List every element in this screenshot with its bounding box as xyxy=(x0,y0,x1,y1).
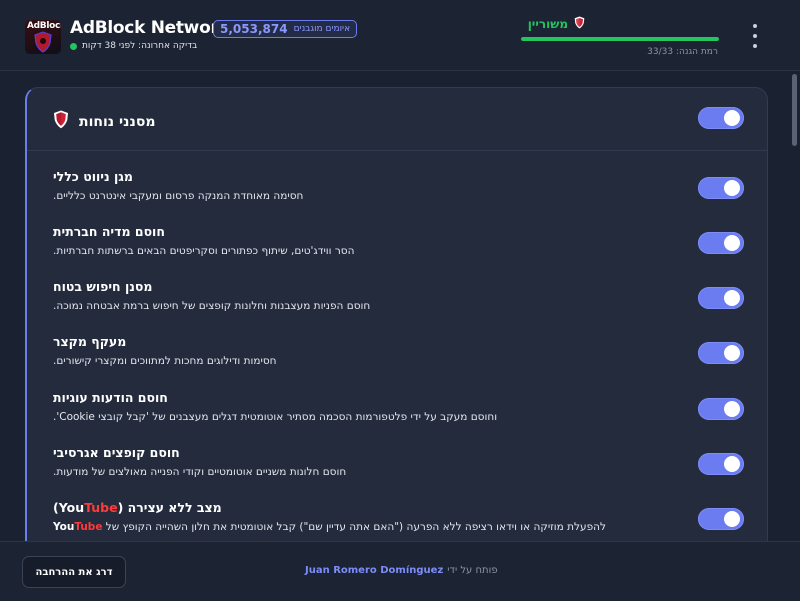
filter-item-navigation-shield: מגן ניווט כללי חסימה מאוחדת המנקה פרסום … xyxy=(27,169,767,223)
filter-description: חסימה מאוחדת המנקה פרסום ומעקבי אינטרנט … xyxy=(53,190,304,202)
kebab-menu-icon[interactable] xyxy=(745,24,765,48)
shield-icon xyxy=(53,110,69,133)
youtube-label: (YouTube) xyxy=(53,500,124,515)
filter-toggle[interactable] xyxy=(698,342,744,364)
shield-icon xyxy=(574,14,585,33)
credit-prefix: פותח על ידי xyxy=(447,565,498,576)
filter-toggle[interactable] xyxy=(698,508,744,530)
status-text: משוריין xyxy=(527,16,568,31)
filter-item-aggressive-popups: חוסם קופצים אגרסיבי חוסם חלונות משניים א… xyxy=(27,445,767,499)
filter-title: מצב ללא עצירה (YouTube) xyxy=(53,500,222,515)
filter-description: חסימות ודילוגים מחכות למתווכים ומקצרי קי… xyxy=(53,355,277,367)
youtube-label: YouTube xyxy=(53,521,103,533)
app-footer: דרג את ההרחבה Juan Romero Domínguez פותח… xyxy=(0,541,800,601)
filter-item-cookie-notices: חוסם הודעות עוגיות וחוסם מעקב על ידי פלט… xyxy=(27,390,767,444)
filter-toggle[interactable] xyxy=(698,453,744,475)
filter-title-text: מצב ללא עצירה xyxy=(127,500,222,515)
logo-text: AdBlock xyxy=(27,21,61,31)
threat-count: 5,053,874 xyxy=(220,22,288,36)
filter-title: חוסם קופצים אגרסיבי xyxy=(53,445,180,460)
threat-label: איומים מוגבנים xyxy=(293,24,351,34)
filter-toggle[interactable] xyxy=(698,232,744,254)
developer-credit: Juan Romero Domínguez פותח על ידי xyxy=(305,565,498,576)
master-toggle[interactable] xyxy=(698,107,744,129)
filter-description: להפעלת מוזיקה או וידאו רציפה ללא הפרעה (… xyxy=(53,521,606,533)
filter-description: חוסם חלונות משניים אוטומטיים וקודי הפניי… xyxy=(53,466,347,478)
filter-description: הסר ווידג'טים, שיתוף כפתורים וסקריפטים ה… xyxy=(53,245,355,257)
card-header: מסנני נוחות xyxy=(27,88,767,151)
filter-title: מעקף מקצר xyxy=(53,334,127,349)
filter-item-nonstop-youtube: מצב ללא עצירה (YouTube) להפעלת מוזיקה או… xyxy=(27,500,767,541)
app-title: AdBlock Network xyxy=(70,18,230,38)
filter-item-shortener-bypass: מעקף מקצר חסימות ודילוגים מחכות למתווכים… xyxy=(27,334,767,388)
app-header: AdBlock AdBlock Network 5,053,874 איומים… xyxy=(0,0,800,71)
main-content: מסנני נוחות מגן ניווט כללי חסימה מאוחדת … xyxy=(0,71,800,541)
scrollbar[interactable] xyxy=(792,74,797,146)
filter-title: חוסם הודעות עוגיות xyxy=(53,390,168,405)
threats-blocked-badge: 5,053,874 איומים מוגבנים xyxy=(213,20,358,38)
filter-title: מסנן חיפוש בטוח xyxy=(53,279,153,294)
protection-progress-fill xyxy=(521,37,719,41)
last-check-status: בדיקה אחרונה: לפני 38 דקות xyxy=(70,41,197,51)
protection-status: משוריין רמת הגנה: 33/33 xyxy=(520,12,720,62)
filter-toggle[interactable] xyxy=(698,287,744,309)
filter-item-social-media: חוסם מדיה חברתית הסר ווידג'טים, שיתוף כפ… xyxy=(27,224,767,278)
protection-progress-bar xyxy=(521,37,719,41)
rate-extension-button[interactable]: דרג את ההרחבה xyxy=(22,556,126,588)
last-check-text: בדיקה אחרונה: לפני 38 דקות xyxy=(82,41,198,51)
filter-item-safe-search: מסנן חיפוש בטוח חוסם הפניות מעצבנות וחלו… xyxy=(27,279,767,333)
filter-toggle[interactable] xyxy=(698,177,744,199)
author-link[interactable]: Juan Romero Domínguez xyxy=(305,565,443,576)
filter-description: וחוסם מעקב על ידי פלטפורמות הסכמה מסתיר … xyxy=(53,411,498,423)
filter-description: חוסם הפניות מעצבנות וחלונות קופצים של חי… xyxy=(53,300,371,312)
filter-title: חוסם מדיה חברתית xyxy=(53,224,165,239)
filter-title: מגן ניווט כללי xyxy=(53,169,133,184)
status-dot-icon xyxy=(70,42,77,50)
convenience-filters-card: מסנני נוחות מגן ניווט כללי חסימה מאוחדת … xyxy=(25,87,768,541)
card-title: מסנני נוחות xyxy=(79,113,156,130)
protection-level-label: רמת הגנה: 33/33 xyxy=(647,47,718,57)
adblock-logo-icon: AdBlock xyxy=(25,20,61,54)
filter-toggle[interactable] xyxy=(698,398,744,420)
